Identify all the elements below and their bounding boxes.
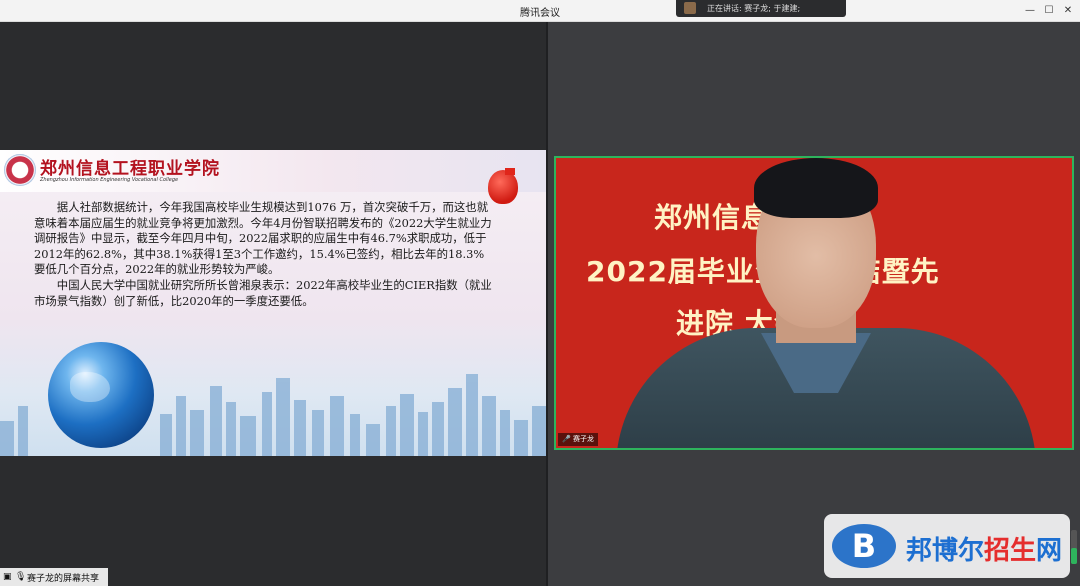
mic-icon: 🎤 [562, 435, 571, 443]
screen-icon: ▣ [3, 572, 12, 582]
participant-video[interactable]: 郑州信息 业学院 2022届毕业生 作总结暨先 进院 大会 🎤 赛子龙 [554, 156, 1074, 450]
minimize-button[interactable]: — [1022, 3, 1038, 19]
school-name-en: Zhengzhou Information Engineering Vocati… [40, 177, 179, 183]
maximize-button[interactable]: ☐ [1041, 3, 1057, 19]
mic-icon: 🎙 [15, 572, 27, 582]
school-name: 郑州信息工程职业学院 [40, 159, 220, 179]
speaking-indicator: 正在讲话: 赛子龙; 于建建; [676, 0, 846, 17]
watermark-text: 邦博尔招生网 [906, 530, 1062, 567]
close-button[interactable]: ✕ [1060, 3, 1076, 19]
watermark-text-c: 网 [1036, 536, 1063, 566]
title-bar: 腾讯会议 — ☐ ✕ [0, 0, 1080, 22]
slide-paragraph-2: 中国人民大学中国就业研究所所长曾湘泉表示：2022年高校毕业生的CIER指数（就… [34, 277, 492, 308]
audio-level-meter [1071, 530, 1077, 564]
participant-name: 赛子龙 [572, 435, 594, 443]
school-logo [4, 154, 36, 186]
slide-header: 郑州信息工程职业学院 Zhengzhou Information Enginee… [0, 150, 546, 192]
shared-slide: 郑州信息工程职业学院 Zhengzhou Information Enginee… [0, 150, 546, 456]
watermark-logo-icon: B [832, 524, 896, 568]
watermark-text-a: 邦博尔 [906, 536, 985, 566]
slide-body: 据人社部数据统计，今年我国高校毕业生规模达到1076 万，首次突破千万，而这也就… [34, 200, 494, 309]
flag-icon [505, 168, 515, 175]
watermark: B 邦博尔招生网 [824, 514, 1070, 578]
balloon-icon [488, 170, 518, 204]
window-title: 腾讯会议 [520, 8, 560, 19]
speaking-label: 正在讲话: 赛子龙; 于建建; [707, 4, 801, 13]
meeting-window: 腾讯会议 — ☐ ✕ 正在讲话: 赛子龙; 于建建; 郑州信息工程职业学院 Zh… [0, 0, 1080, 586]
globe-icon [48, 342, 154, 448]
person-hair [754, 158, 878, 218]
participant-name-label: 🎤 赛子龙 [558, 433, 598, 446]
slide-paragraph-1: 据人社部数据统计，今年我国高校毕业生规模达到1076 万，首次突破千万，而这也就… [34, 200, 492, 277]
watermark-text-b: 招生 [984, 536, 1037, 566]
speaker-avatar-icon [684, 2, 696, 14]
screen-share-bar[interactable]: ▣ 🎙 赛子龙的屏幕共享 [0, 568, 108, 586]
screen-share-label: 赛子龙的屏幕共享 [27, 574, 100, 584]
